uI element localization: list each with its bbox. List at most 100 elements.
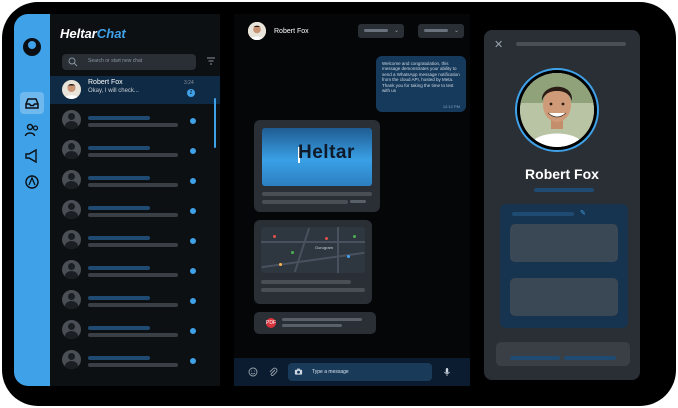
placeholder-line (88, 333, 178, 337)
inbox-icon[interactable] (20, 92, 44, 114)
message-placeholder: Type a message (312, 369, 349, 375)
unread-dot (190, 148, 196, 154)
placeholder-line (88, 206, 150, 210)
placeholder-line (350, 200, 366, 203)
camera-icon[interactable] (294, 367, 303, 376)
dropdown[interactable]: ⌄ (358, 24, 404, 38)
close-icon[interactable]: ✕ (494, 38, 503, 51)
profile-avatar-icon[interactable] (23, 38, 41, 56)
avatar (62, 80, 81, 99)
message-bubble: Welcome and congratulation, this message… (376, 56, 466, 112)
map-pin-icon (291, 251, 294, 254)
unread-dot (190, 298, 196, 304)
placeholder-line (88, 273, 178, 277)
chat-preview: Okay, I will check... (88, 88, 139, 94)
list-item[interactable] (50, 166, 220, 194)
app-frame: HeltarChat Search or start new chat Robe… (2, 2, 676, 406)
map-label: Gurugram (315, 245, 334, 250)
search-placeholder: Search or start new chat (88, 58, 143, 64)
chat-list-panel: HeltarChat Search or start new chat Robe… (50, 14, 220, 386)
profile-photo (515, 68, 599, 152)
pdf-icon: PDF (266, 318, 276, 328)
edit-icon[interactable]: ✎ (580, 209, 586, 217)
placeholder-line (512, 212, 574, 216)
chat-name: Robert Fox (88, 79, 123, 86)
message-input[interactable]: Type a message (288, 363, 432, 381)
placeholder-line (88, 183, 178, 187)
profile-footer (496, 342, 630, 366)
avatar (62, 290, 81, 309)
avatar (62, 170, 81, 189)
location-message[interactable]: Gurugram (254, 220, 372, 304)
profile-name: Robert Fox (525, 166, 599, 182)
placeholder-line (88, 296, 150, 300)
list-item[interactable] (50, 316, 220, 344)
placeholder-line (88, 146, 150, 150)
placeholder-line (282, 324, 342, 327)
avatar (62, 140, 81, 159)
placeholder-line (564, 356, 616, 360)
map-pin-icon (347, 255, 350, 258)
scrollbar[interactable] (214, 98, 216, 148)
unread-dot (190, 238, 196, 244)
contacts-icon[interactable] (24, 122, 40, 138)
map-road (261, 241, 365, 243)
avatar (62, 230, 81, 249)
app-logo: HeltarChat (60, 26, 126, 41)
unread-dot (190, 118, 196, 124)
list-item[interactable] (50, 256, 220, 284)
attach-icon[interactable] (268, 367, 278, 377)
message-text: Welcome and congratulation, this message… (382, 61, 460, 94)
list-item[interactable] (50, 286, 220, 314)
placeholder-line (88, 236, 150, 240)
map-pin-icon (353, 235, 356, 238)
placeholder-line (510, 356, 560, 360)
list-item[interactable] (50, 346, 220, 374)
list-item[interactable] (50, 226, 220, 254)
placeholder-line (88, 363, 178, 367)
conversation-header: Robert Fox ⌄ ⌄ (234, 14, 470, 48)
map-pin-icon (273, 235, 276, 238)
avatar (62, 320, 81, 339)
document-message[interactable]: PDF (254, 312, 376, 334)
emoji-icon[interactable] (248, 367, 258, 377)
search-icon (68, 57, 78, 67)
banner-text: Heltar (298, 142, 355, 163)
dropdown[interactable]: ⌄ (418, 24, 464, 38)
list-item[interactable] (50, 196, 220, 224)
chat-item-robert-fox[interactable]: Robert Fox Okay, I will check... 3:24 2 (50, 76, 220, 104)
chevron-down-icon: ⌄ (393, 28, 399, 34)
placeholder-line (282, 318, 362, 321)
filter-icon[interactable] (206, 56, 216, 66)
unread-dot (190, 328, 196, 334)
avatar[interactable] (248, 22, 266, 40)
list-item[interactable] (50, 136, 220, 164)
map-image: Gurugram (261, 227, 365, 273)
placeholder-line (88, 266, 150, 270)
megaphone-icon[interactable] (24, 148, 40, 164)
message-composer: Type a message (234, 358, 470, 386)
unread-dot (190, 178, 196, 184)
chevron-down-icon: ⌄ (453, 28, 459, 34)
map-road (293, 227, 311, 273)
placeholder-line (261, 288, 365, 292)
microphone-icon[interactable] (442, 367, 452, 377)
placeholder-line (88, 356, 150, 360)
placeholder-line (262, 200, 348, 204)
placeholder-line (424, 29, 448, 32)
placeholder-line (88, 123, 178, 127)
nav-rail (14, 14, 50, 386)
message-time: 12:12 PM (442, 104, 460, 109)
integrations-icon[interactable] (24, 174, 40, 190)
contact-profile-panel: ✕ Robert Fox ✎ (484, 30, 640, 380)
placeholder-line (88, 176, 150, 180)
search-input[interactable]: Search or start new chat (62, 54, 196, 70)
image-message[interactable]: Heltar (254, 120, 380, 212)
profile-details-card: ✎ (500, 204, 628, 328)
avatar (62, 350, 81, 369)
placeholder-line (261, 280, 351, 284)
chat-time: 3:24 (184, 80, 194, 86)
list-item[interactable] (50, 106, 220, 134)
conversation-panel: Robert Fox ⌄ ⌄ Welcome and congratulatio… (234, 14, 470, 386)
placeholder-line (88, 303, 178, 307)
